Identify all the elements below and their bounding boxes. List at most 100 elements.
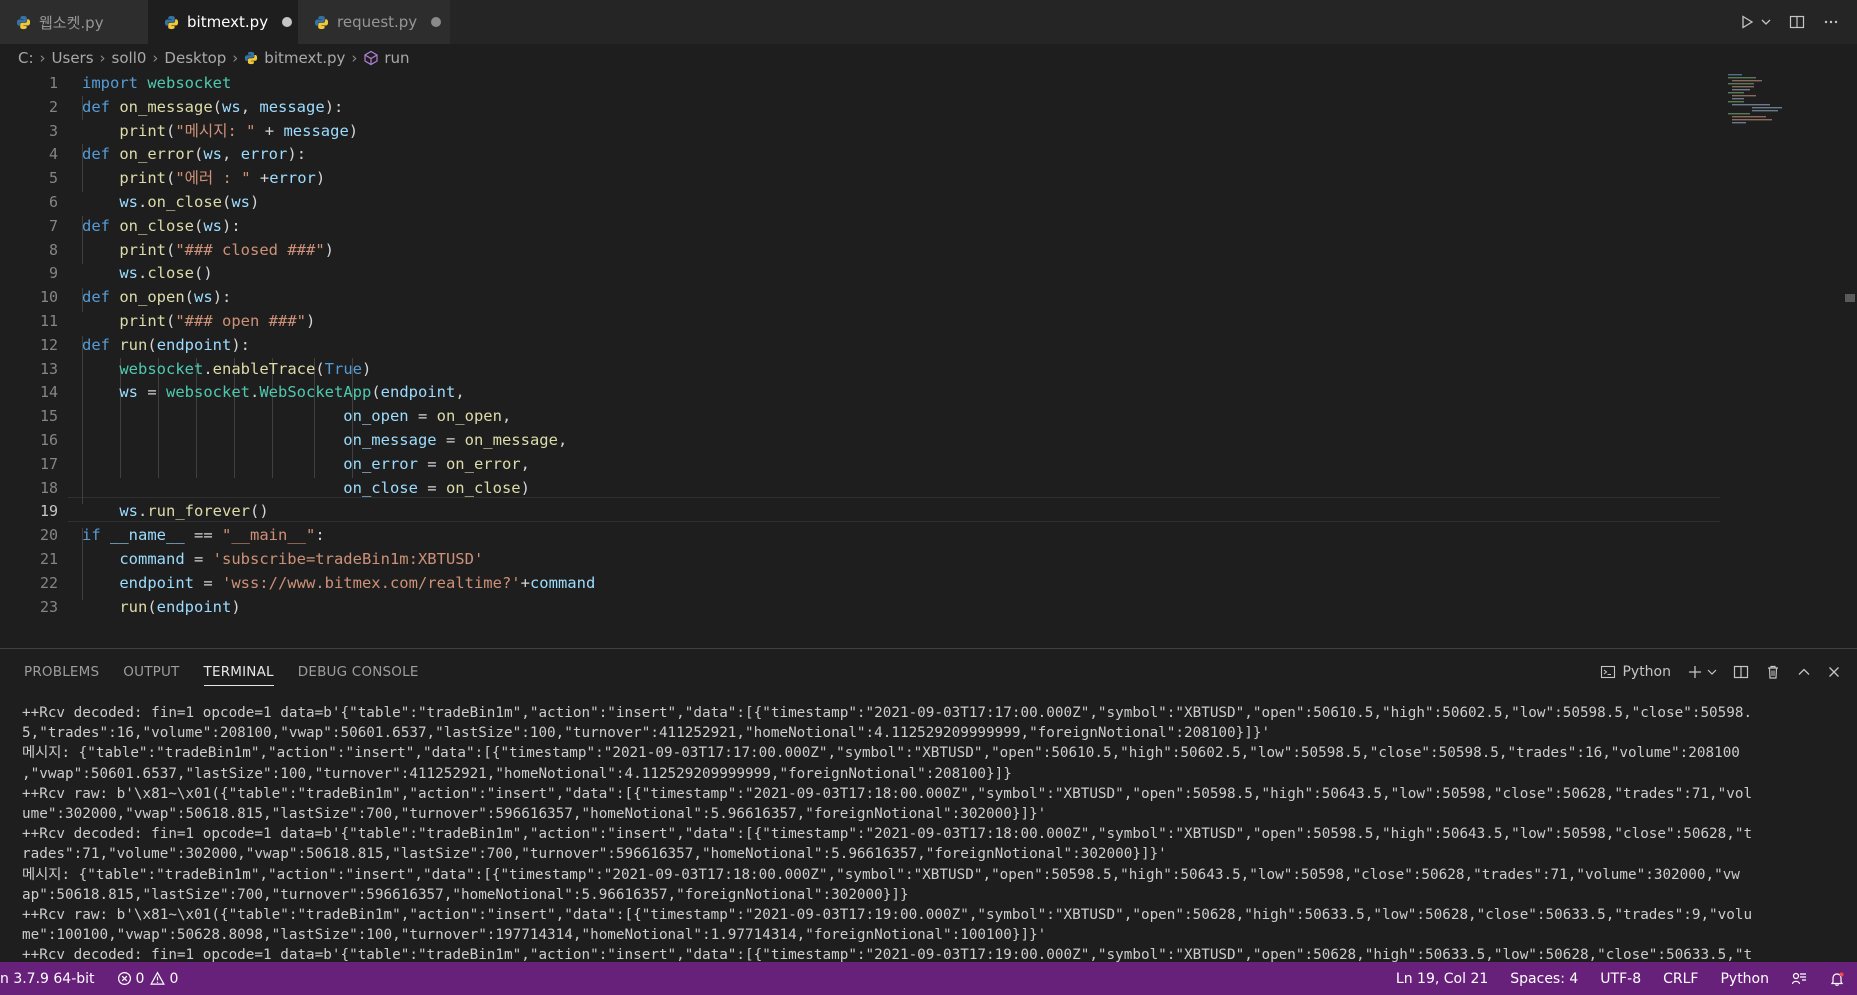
code-line: on_close = on_close)	[343, 478, 530, 497]
tab-label: 웹소켓.py	[39, 13, 104, 32]
unsaved-dot-icon[interactable]	[282, 17, 293, 27]
code-content[interactable]: import websocket def on_message(ws, mess…	[82, 72, 595, 619]
terminal-profile[interactable]: Python	[1600, 664, 1671, 680]
line-number: 2	[48, 97, 58, 116]
tab-terminal[interactable]: TERMINAL	[203, 649, 275, 695]
code-line: on_open = on_open,	[343, 407, 512, 426]
symbol-method-icon	[364, 50, 378, 66]
terminal-output[interactable]: ++Rcv decoded: fin=1 opcode=1 data=b'{"t…	[22, 703, 1842, 965]
terminal-line: 5,"trades":16,"volume":208100,"vwap":506…	[22, 725, 1271, 742]
line-number: 14	[39, 383, 58, 402]
split-terminal-icon[interactable]	[1733, 664, 1749, 680]
bell-icon[interactable]	[1829, 971, 1845, 987]
chevron-up-icon[interactable]	[1797, 665, 1811, 679]
chevron-down-icon[interactable]	[1707, 667, 1717, 677]
terminal-line: me":100100,"vwap":50628.8098,"lastSize":…	[22, 927, 1047, 944]
status-bar: n 3.7.9 64-bit 0 0 Ln 19, Col 21 Spaces:…	[0, 962, 1857, 995]
line-number: 3	[48, 121, 58, 140]
chevron-right-icon: ›	[39, 49, 46, 67]
python-interpreter[interactable]: n 3.7.9 64-bit	[0, 971, 95, 987]
line-number: 9	[48, 264, 58, 283]
editor-actions	[1739, 0, 1857, 44]
tab-request-py[interactable]: request.py	[298, 0, 450, 44]
run-icon[interactable]	[1739, 14, 1771, 30]
warning-count: 0	[169, 970, 179, 987]
close-icon[interactable]	[1827, 665, 1841, 679]
terminal-line: ++Rcv decoded: fin=1 opcode=1 data=b'{"t…	[22, 705, 1753, 721]
terminal-line: ++Rcv raw: b'\x81~\x01({"table":"tradeBi…	[22, 906, 1753, 923]
editor-scrollbar[interactable]	[1843, 72, 1857, 548]
cursor-position[interactable]: Ln 19, Col 21	[1396, 971, 1488, 987]
chevron-right-icon: ›	[232, 49, 239, 67]
terminal-line: ++Rcv raw: b'\x81~\x01({"table":"tradeBi…	[22, 785, 1753, 802]
terminal-line: ume":302000,"vwap":50618.815,"lastSize":…	[22, 805, 1047, 822]
encoding[interactable]: UTF-8	[1600, 971, 1641, 987]
language-mode[interactable]: Python	[1720, 971, 1769, 987]
breadcrumb: C: › Users › soll0 › Desktop › bitmext.p…	[0, 44, 1857, 72]
line-number: 23	[39, 597, 58, 616]
indentation[interactable]: Spaces: 4	[1510, 971, 1578, 987]
line-number: 17	[39, 454, 58, 473]
tab-label: bitmext.py	[187, 13, 269, 31]
tab-problems[interactable]: PROBLEMS	[24, 649, 99, 695]
line-number-current: 19	[39, 502, 58, 521]
breadcrumb-symbol[interactable]: run	[363, 49, 410, 67]
code-line: if __name__ == "__main__":	[82, 526, 325, 545]
code-line-current: ws.run_forever()	[119, 502, 269, 521]
scrollbar-thumb[interactable]	[1845, 294, 1855, 302]
line-ending[interactable]: CRLF	[1663, 971, 1698, 987]
line-number: 15	[39, 407, 58, 426]
code-line: def on_error(ws, error):	[82, 145, 307, 164]
breadcrumb-desktop[interactable]: Desktop	[164, 49, 226, 67]
line-number: 1	[48, 74, 58, 92]
line-number: 7	[48, 216, 58, 235]
code-line: endpoint = 'wss://www.bitmex.com/realtim…	[119, 573, 596, 592]
chevron-down-icon[interactable]	[1761, 17, 1771, 27]
unsaved-dot-icon[interactable]	[431, 17, 442, 27]
code-editor[interactable]: 1 2 3 4 5 6 7 8 9 10 11 12 13 14 15 16 1…	[0, 72, 1857, 648]
terminal-icon	[1601, 665, 1616, 679]
code-line: def on_message(ws, message):	[82, 97, 344, 116]
error-icon	[117, 971, 131, 986]
line-number: 18	[39, 478, 58, 497]
breadcrumb-file-label: bitmext.py	[264, 49, 346, 67]
code-line: websocket.enableTrace(True)	[119, 359, 372, 378]
code-line: print("에러 : " +error)	[119, 169, 326, 188]
tab-output[interactable]: OUTPUT	[123, 649, 179, 695]
code-line: ws.close()	[119, 264, 213, 283]
trash-icon[interactable]	[1765, 664, 1781, 680]
code-line: on_message = on_message,	[343, 430, 568, 449]
problems-indicator[interactable]: 0 0	[117, 970, 179, 987]
breadcrumb-file[interactable]: bitmext.py	[244, 49, 345, 67]
line-number: 13	[39, 359, 58, 378]
editor-tab-bar: 웹소켓.py bitmext.py request.py	[0, 0, 1857, 44]
plus-icon[interactable]	[1687, 664, 1717, 680]
line-number: 8	[48, 240, 58, 259]
python-icon	[164, 15, 179, 29]
line-number: 16	[39, 430, 58, 449]
warning-icon	[150, 971, 166, 985]
code-line: on_error = on_error,	[343, 454, 530, 473]
tab-websocket-py[interactable]: 웹소켓.py	[0, 0, 148, 44]
breadcrumb-users[interactable]: Users	[52, 49, 94, 67]
terminal-line: rades":71,"volume":302000,"vwap":50618.8…	[22, 846, 1167, 863]
breadcrumb-user[interactable]: soll0	[112, 49, 147, 67]
python-icon	[16, 15, 31, 29]
terminal-line: ap":50618.815,"lastSize":700,"turnover":…	[22, 886, 909, 903]
line-number: 6	[48, 192, 58, 211]
code-line: ws.on_close(ws)	[119, 192, 260, 211]
split-editor-icon[interactable]	[1789, 14, 1805, 30]
line-number: 22	[39, 573, 58, 592]
bottom-panel: PROBLEMS OUTPUT TERMINAL DEBUG CONSOLE P…	[0, 648, 1857, 963]
code-line: def on_open(ws):	[82, 288, 232, 307]
breadcrumb-drive[interactable]: C:	[18, 49, 34, 67]
tab-bitmext-py[interactable]: bitmext.py	[148, 0, 298, 44]
terminal-line: ++Rcv decoded: fin=1 opcode=1 data=b'{"t…	[22, 826, 1753, 843]
tab-debug-console[interactable]: DEBUG CONSOLE	[298, 649, 419, 695]
more-icon[interactable]	[1823, 14, 1839, 30]
tab-label: request.py	[337, 13, 418, 31]
feedback-icon[interactable]	[1791, 971, 1807, 987]
terminal-profile-label: Python	[1622, 664, 1671, 680]
error-count: 0	[135, 970, 145, 987]
minimap[interactable]	[1722, 72, 1842, 132]
